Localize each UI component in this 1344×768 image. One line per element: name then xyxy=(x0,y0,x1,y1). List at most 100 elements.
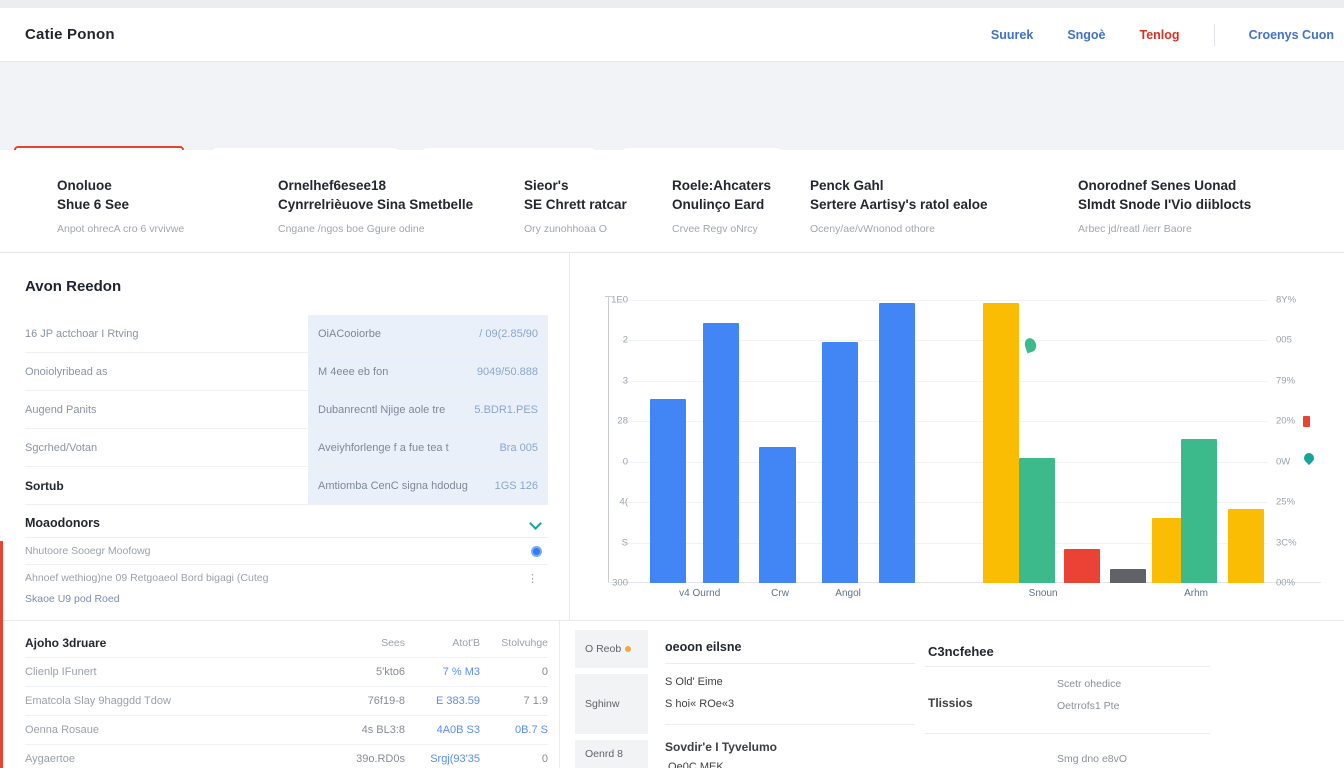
y-tick-label: 3 xyxy=(623,375,628,386)
tab-item-2[interactable]: Sghinw xyxy=(575,674,648,734)
red-accent-line xyxy=(0,620,3,768)
tab-label: O Reob xyxy=(585,643,621,655)
bar-chart: 1E0232804(S300 8Y%00579%20%0W25%3C%00% v… xyxy=(571,253,1344,620)
cell: 7 1.9 xyxy=(480,695,548,707)
feature-2[interactable]: Ornelhef6esee18 Cynrrelrièuove Sina Smet… xyxy=(278,176,473,235)
y-tick-label: 28 xyxy=(617,416,628,427)
feature-6-subtitle: Arbec jd/reatl /ierr Baore xyxy=(1078,223,1251,235)
chart-bar[interactable] xyxy=(759,447,795,583)
cell: 0 xyxy=(480,666,548,678)
y-tick-label-right: 0W xyxy=(1276,456,1290,467)
cell: Aygaertoe xyxy=(25,753,325,765)
cell-link[interactable]: E 383.59 xyxy=(405,695,480,707)
audiences-title: Moaodonors xyxy=(25,516,100,530)
cell: Oenna Rosaue xyxy=(25,724,325,736)
chart-bar[interactable] xyxy=(1019,458,1055,583)
row-metric: Amtiomba CenC signa hdodug xyxy=(318,480,487,492)
cell-link[interactable]: 7 % M3 xyxy=(405,666,480,678)
report-panel: Avon Reedon 16 JP actchoar I Rtving OiAC… xyxy=(0,253,570,620)
red-accent-line xyxy=(0,541,3,620)
chart-bar[interactable] xyxy=(1064,549,1100,583)
feature-2-title-line2: Cynrrelrièuove Sina Smetbelle xyxy=(278,195,473,214)
table-row[interactable]: Sortub Amtiomba CenC signa hdodug1GS 126 xyxy=(25,467,548,505)
row-label: Onoiolyribead as xyxy=(25,366,308,378)
more-icon[interactable]: ⋮ xyxy=(527,572,538,585)
table-row[interactable]: Ematcola Slay 9haggdd Tdow 76f19-8 E 383… xyxy=(25,686,548,715)
chart-bar[interactable] xyxy=(983,303,1019,583)
info-line: Oetrrofs1 Pte xyxy=(1057,700,1119,712)
table-row[interactable]: Oenna Rosaue 4s BL3:8 4A0B S3 0B.7 S xyxy=(25,715,548,744)
table-row[interactable]: Onoiolyribead as M 4eee eb fon9049/50.88… xyxy=(25,353,548,391)
tab-item-1[interactable]: O Reob xyxy=(575,630,648,668)
y-tick-label-right: 3C% xyxy=(1276,537,1297,548)
feature-5[interactable]: Penck Gahl Sertere Aartisy's ratol ealoe… xyxy=(810,176,988,235)
audience-row[interactable]: Nhutoore Sooegr Moofowg xyxy=(25,537,548,564)
table-row[interactable]: Sgcrhed/Votan Aveiyhforlenge f a fue tea… xyxy=(25,429,548,467)
chart-plot-area xyxy=(620,300,1268,583)
divider xyxy=(665,724,915,725)
report-panel-title: Avon Reedon xyxy=(25,278,121,295)
y-tick-label-right: 8Y% xyxy=(1276,295,1296,306)
nav-link-1[interactable]: Suurek xyxy=(991,28,1033,42)
feature-4[interactable]: Roele:Ahcaters Onulinço Eard Crvee Regv … xyxy=(672,176,771,235)
feature-3[interactable]: Sieor's SE Chrett ratcar Ory zunohhoaa O xyxy=(524,176,627,235)
row-metric: OiACooiorbe xyxy=(318,328,471,340)
content-line[interactable]: Sovdir'e I Tyvelumo xyxy=(665,740,777,754)
row-metric: Aveiyhforlenge f a fue tea t xyxy=(318,442,491,454)
divider xyxy=(925,666,1210,667)
audience-row-label: Ahnoef wethiog)ne 09 Retgoaeol Bord biga… xyxy=(25,572,268,584)
chart-bar[interactable] xyxy=(1228,509,1264,583)
table-row[interactable]: Clienlp IFunert 5'kto6 7 % M3 0 xyxy=(25,657,548,686)
panel-title: C3ncfehee xyxy=(928,644,994,659)
row-metric: M 4eee eb fon xyxy=(318,366,469,378)
content-line[interactable]: S hoi« ROe«3 xyxy=(665,698,734,710)
feature-3-title-line1: Sieor's xyxy=(524,176,627,195)
nav-separator xyxy=(1214,24,1215,46)
see-report-link[interactable]: Skaoe U9 pod Roed xyxy=(25,593,120,605)
cell: Clienlp IFunert xyxy=(25,666,325,678)
blue-dot-icon[interactable] xyxy=(531,546,542,557)
yellow-dot-icon xyxy=(625,646,631,652)
col-header[interactable]: Stolvuhge xyxy=(480,637,548,649)
content-line[interactable]: .Oe0C MEK xyxy=(665,761,724,768)
nav-link-2[interactable]: Sngoè xyxy=(1067,28,1105,42)
audience-row[interactable]: Ahnoef wethiog)ne 09 Retgoaeol Bord biga… xyxy=(25,564,548,591)
info-footer[interactable]: Smg dno e8vO xyxy=(1057,753,1127,765)
chart-bar[interactable] xyxy=(703,323,739,583)
cell-link[interactable]: Srgj(93'35 xyxy=(405,753,480,765)
table-row[interactable]: Aygaertoe 39o.RD0s Srgj(93'35 0 xyxy=(25,744,548,768)
chart-bar[interactable] xyxy=(879,303,915,583)
table-row[interactable]: 16 JP actchoar I Rtving OiACooiorbe/ 09(… xyxy=(25,315,548,353)
tab-item-3[interactable]: Oenrd 8 xyxy=(575,740,648,768)
feature-4-subtitle: Crvee Regv oNrcy xyxy=(672,223,771,235)
row-value: / 09(2.85/90 xyxy=(479,328,538,340)
chevron-down-icon[interactable] xyxy=(529,517,542,530)
feature-3-title-line2: SE Chrett ratcar xyxy=(524,195,627,214)
features-band: Onoluoe Shue 6 See Anpot ohrecA cro 6 vr… xyxy=(0,150,1344,253)
chart-bar[interactable] xyxy=(822,342,858,583)
nav-link-3[interactable]: Tenlog xyxy=(1140,28,1180,42)
row-value: Bra 005 xyxy=(499,442,538,454)
content-line[interactable]: S Old' Eime xyxy=(665,676,723,688)
nav-link-4[interactable]: Croenys Cuon xyxy=(1249,28,1334,42)
col-header[interactable]: Atot'B xyxy=(405,637,480,649)
cell-link[interactable]: 4A0B S3 xyxy=(405,724,480,736)
table-row[interactable]: Augend Panits Dubanrecntl Njige aole tre… xyxy=(25,391,548,429)
y-tick-label-right: 00% xyxy=(1276,578,1295,589)
chart-bar[interactable] xyxy=(1181,439,1217,583)
x-tick-label: Crw xyxy=(771,588,789,599)
feature-6[interactable]: Onorodnef Senes Uonad Slmdt Snode I'Vio … xyxy=(1078,176,1251,235)
x-tick-label: v4 Ournd xyxy=(679,588,720,599)
audiences-section-header[interactable]: Moaodonors xyxy=(25,509,548,537)
bottom-right-panel: C3ncfehee Scetr ohedice Tlissios Oetrrof… xyxy=(925,628,1344,768)
cell-link[interactable]: 0B.7 S xyxy=(480,724,548,736)
feature-1[interactable]: Onoluoe Shue 6 See Anpot ohrecA cro 6 vr… xyxy=(57,176,184,235)
feature-5-subtitle: Oceny/ae/vWnonod othore xyxy=(810,223,988,235)
chart-bar[interactable] xyxy=(1110,569,1146,583)
bottom-tabs-panel: O Reob Sghinw Oenrd 8 oeoon eilsne S Old… xyxy=(575,628,915,768)
table-header-row: Ajoho 3druare Sees Atot'B Stolvuhge xyxy=(25,628,548,657)
cell: 39o.RD0s xyxy=(325,753,405,765)
col-header[interactable]: Sees xyxy=(325,637,405,649)
chart-bar[interactable] xyxy=(650,399,686,583)
gridline xyxy=(620,300,1268,301)
